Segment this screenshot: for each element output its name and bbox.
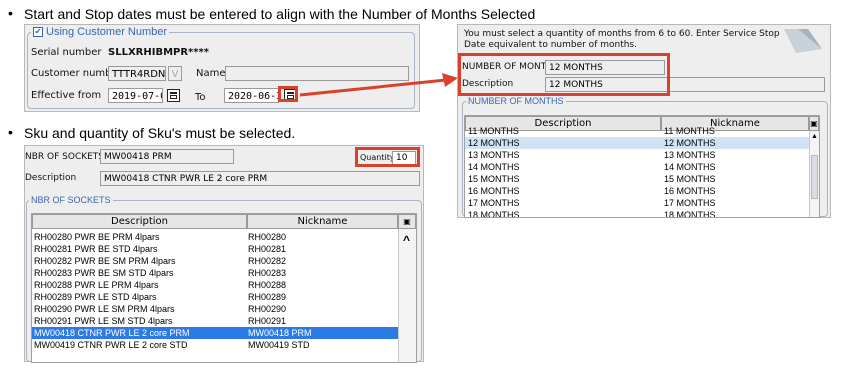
use-customer-checkbox[interactable]: ✔ <box>33 27 43 38</box>
table-row[interactable]: MW00419 CTNR PWR LE 2 core STD MW00419 ST… <box>32 339 398 351</box>
customer-number-lookup-button[interactable]: V <box>168 66 182 81</box>
row-nickname: MW00418 PRM <box>248 328 312 338</box>
customer-legend-label: Using Customer Number <box>46 26 168 38</box>
row-description: 15 MONTHS <box>468 174 520 184</box>
table-row[interactable]: 12 MONTHS 12 MONTHS <box>465 137 809 149</box>
scroll-up-icon[interactable]: ^ <box>403 233 410 247</box>
effective-from-label: Effective from <box>31 90 102 101</box>
row-nickname: 13 MONTHS <box>664 150 716 160</box>
customer-legend: ✔ Using Customer Number <box>31 26 170 38</box>
table-row[interactable]: RH00291 PWR LE SM STD 4lpars RH00291 <box>32 315 398 327</box>
row-description: 17 MONTHS <box>468 198 520 208</box>
row-nickname: RH00291 <box>248 316 287 326</box>
bullet-dot: • <box>8 124 13 140</box>
bullet-dot: • <box>8 5 13 21</box>
sockets-col-nickname[interactable]: Nickname <box>247 214 398 229</box>
table-row[interactable]: RH00288 PWR LE PRM 4lpars RH00288 <box>32 279 398 291</box>
row-description: RH00289 PWR LE STD 4lpars <box>34 292 157 302</box>
row-nickname: RH00281 <box>248 244 287 254</box>
table-row[interactable]: RH00281 PWR BE STD 4lpars RH00281 <box>32 243 398 255</box>
serial-number-label: Serial number <box>31 47 102 58</box>
table-row[interactable]: 11 MONTHS 11 MONTHS <box>465 125 809 137</box>
row-description: RH00281 PWR BE STD 4lpars <box>34 244 158 254</box>
row-nickname: RH00282 <box>248 256 287 266</box>
row-description: 13 MONTHS <box>468 150 520 160</box>
serial-number-value: SLLXRHIBMPR**** <box>108 47 209 58</box>
name-label: Name <box>196 68 226 79</box>
table-row[interactable]: 17 MONTHS 17 MONTHS <box>465 197 809 209</box>
bullet-text-dates: Start and Stop dates must be entered to … <box>24 6 536 22</box>
row-nickname: 14 MONTHS <box>664 162 716 172</box>
row-description: MW00418 CTNR PWR LE 2 core PRM <box>34 328 190 338</box>
table-row[interactable]: 13 MONTHS 13 MONTHS <box>465 149 809 161</box>
row-nickname: RH00290 <box>248 304 287 314</box>
row-nickname: 15 MONTHS <box>664 174 716 184</box>
row-description: 12 MONTHS <box>468 138 520 148</box>
row-nickname: RH00280 <box>248 232 287 242</box>
row-nickname: 12 MONTHS <box>664 138 716 148</box>
row-description: 16 MONTHS <box>468 186 520 196</box>
months-scrollbar[interactable]: ▲ <box>809 131 819 217</box>
quantity-highlight <box>355 147 420 167</box>
nbr-of-sockets-field[interactable]: MW00418 PRM <box>100 149 234 164</box>
row-nickname: 11 MONTHS <box>664 126 715 136</box>
table-row[interactable]: MW00418 CTNR PWR LE 2 core PRM MW00418 PR… <box>32 327 398 339</box>
sockets-panel: NBR OF SOCKETS MW00418 PRM Quantity 10 D… <box>24 145 424 363</box>
scroll-up-icon[interactable]: ▲ <box>811 133 818 140</box>
months-table: Description Nickname ▣ 11 MONTHS 11 MONTH… <box>464 115 820 218</box>
row-description: RH00282 PWR BE SM PRM 4lpars <box>34 256 176 266</box>
table-row[interactable]: RH00290 PWR LE SM PRM 4lpars RH00290 <box>32 303 398 315</box>
row-description: 18 MONTHS <box>468 210 520 218</box>
row-description: RH00290 PWR LE SM PRM 4lpars <box>34 304 175 314</box>
row-nickname: 16 MONTHS <box>664 186 716 196</box>
table-row[interactable]: 14 MONTHS 14 MONTHS <box>465 161 809 173</box>
row-description: MW00419 CTNR PWR LE 2 core STD <box>34 340 188 350</box>
sockets-legend: NBR OF SOCKETS <box>29 195 113 205</box>
table-row[interactable]: RH00283 PWR BE SM STD 4lpars RH00283 <box>32 267 398 279</box>
row-description: RH00288 PWR LE PRM 4lpars <box>34 280 159 290</box>
calendar-icon[interactable] <box>167 89 180 102</box>
nbr-of-sockets-label: NBR OF SOCKETS <box>25 152 105 162</box>
table-row[interactable]: 15 MONTHS 15 MONTHS <box>465 173 809 185</box>
sockets-description-field: MW00418 CTNR PWR LE 2 core PRM <box>100 171 420 186</box>
column-chooser-icon[interactable]: ▣ <box>398 214 416 229</box>
to-date-field[interactable]: 2020-06-30 <box>224 88 279 103</box>
table-row[interactable]: 16 MONTHS 16 MONTHS <box>465 185 809 197</box>
table-row[interactable]: 18 MONTHS 18 MONTHS <box>465 209 809 218</box>
row-nickname: RH00283 <box>248 268 287 278</box>
row-nickname: RH00289 <box>248 292 287 302</box>
table-row[interactable]: RH00282 PWR BE SM PRM 4lpars RH00282 <box>32 255 398 267</box>
corner-graphic-icon <box>784 29 822 53</box>
sockets-col-description[interactable]: Description <box>32 214 247 229</box>
row-description: RH00280 PWR BE PRM 4lpars <box>34 232 160 242</box>
customer-number-field[interactable]: TTTR4RDN <box>108 66 166 81</box>
table-row[interactable]: RH00289 PWR LE STD 4lpars RH00289 <box>32 291 398 303</box>
number-of-months-highlight <box>458 53 670 96</box>
callout-arrow-icon <box>299 73 458 97</box>
row-description: RH00291 PWR LE SM STD 4lpars <box>34 316 173 326</box>
to-date-highlight <box>278 86 298 102</box>
row-nickname: MW00419 STD <box>248 340 310 350</box>
months-scroll-thumb[interactable] <box>811 155 818 199</box>
months-legend: NUMBER OF MONTHS <box>466 96 566 106</box>
sockets-scrollbar[interactable]: ^ <box>398 229 416 362</box>
row-description: 11 MONTHS <box>468 126 519 136</box>
table-row[interactable]: RH00280 PWR BE PRM 4lpars RH00280 <box>32 231 398 243</box>
to-label: To <box>195 92 206 103</box>
row-description: RH00283 PWR BE SM STD 4lpars <box>34 268 174 278</box>
sockets-description-label: Description <box>25 173 77 183</box>
effective-from-field[interactable]: 2019-07-01 <box>108 88 163 103</box>
column-chooser-icon[interactable]: ▣ <box>809 116 819 131</box>
row-nickname: 17 MONTHS <box>664 198 716 208</box>
row-description: 14 MONTHS <box>468 162 520 172</box>
row-nickname: 18 MONTHS <box>664 210 716 218</box>
months-instruction-text: You must select a quantity of months fro… <box>464 29 780 50</box>
sockets-table: Description Nickname ▣ RH00280 PWR BE PR… <box>31 213 417 363</box>
bullet-text-sku: Sku and quantity of Sku's must be select… <box>24 125 296 141</box>
row-nickname: RH00288 <box>248 280 287 290</box>
